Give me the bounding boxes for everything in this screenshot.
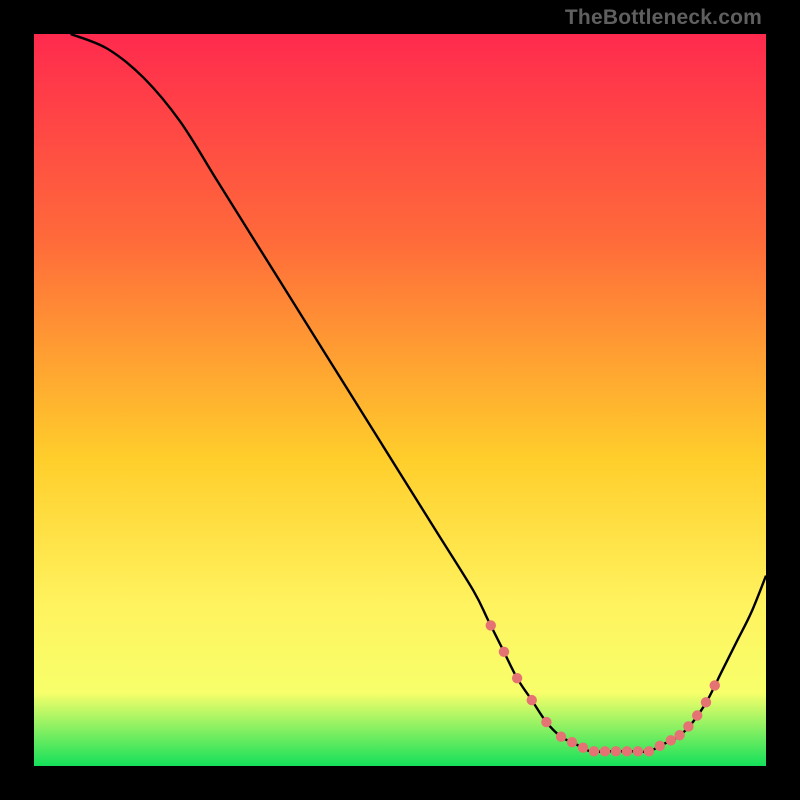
chart-stage: TheBottleneck.com (0, 0, 800, 800)
highlight-dot (701, 697, 711, 707)
highlight-dot (567, 737, 577, 747)
highlight-dot (666, 735, 676, 745)
plot-area (34, 34, 766, 766)
highlight-dot (556, 732, 566, 742)
highlight-dot (683, 721, 693, 731)
highlight-dot (674, 730, 684, 740)
highlight-dot (589, 746, 599, 756)
highlight-dot (633, 746, 643, 756)
highlight-dot (578, 743, 588, 753)
highlight-dot (600, 746, 610, 756)
highlight-dot (512, 673, 522, 683)
highlight-dot (655, 741, 665, 751)
highlight-dot (611, 746, 621, 756)
highlight-dot (692, 710, 702, 720)
highlight-dot (541, 717, 551, 727)
highlight-dots (486, 620, 720, 756)
bottleneck-curve (71, 34, 766, 752)
highlight-dot (622, 746, 632, 756)
watermark-text: TheBottleneck.com (565, 6, 762, 30)
highlight-dot (710, 680, 720, 690)
highlight-dot (486, 620, 496, 630)
curve-layer (34, 34, 766, 766)
highlight-dot (499, 647, 509, 657)
highlight-dot (527, 695, 537, 705)
highlight-dot (644, 746, 654, 756)
